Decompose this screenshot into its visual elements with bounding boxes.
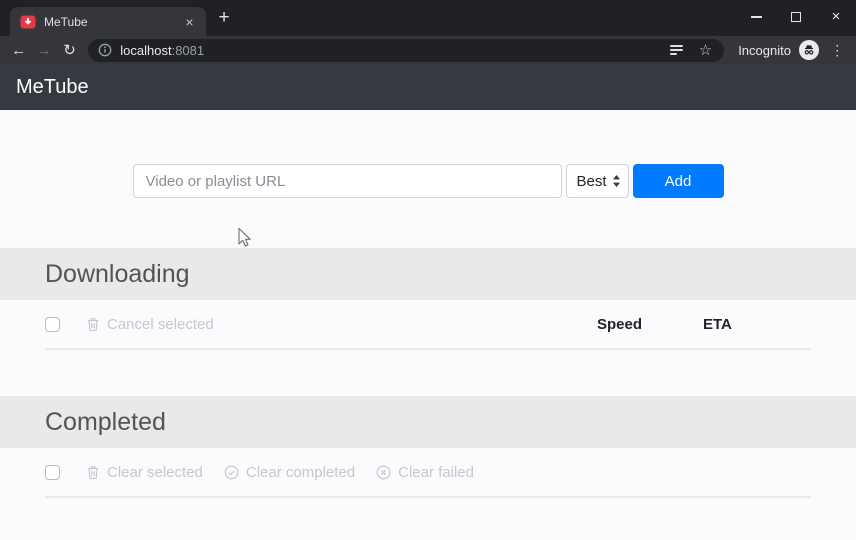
trash-icon <box>86 464 100 480</box>
app-navbar: MeTube <box>0 64 856 110</box>
reload-icon[interactable]: ↻ <box>57 37 82 63</box>
incognito-label: Incognito <box>738 42 791 58</box>
metube-favicon-icon <box>20 14 36 30</box>
cancel-selected-label: Cancel selected <box>107 315 214 333</box>
browser-toolbar: ← → ↻ localhost:8081 ☆ Incognito ⋮ <box>0 36 856 64</box>
browser-tab[interactable]: MeTube × <box>10 7 206 36</box>
address-bar[interactable]: localhost:8081 ☆ <box>88 38 725 62</box>
bookmark-star-icon[interactable]: ☆ <box>699 43 712 58</box>
info-icon[interactable] <box>98 43 112 57</box>
back-icon[interactable]: ← <box>6 37 31 63</box>
reading-list-icon[interactable] <box>669 45 683 55</box>
add-button[interactable]: Add <box>632 164 724 198</box>
url-input[interactable] <box>132 164 562 198</box>
clear-completed-button[interactable]: Clear completed <box>224 464 355 481</box>
clear-completed-label: Clear completed <box>245 463 356 481</box>
browser-menu-icon[interactable]: ⋮ <box>827 39 849 61</box>
select-all-downloading-checkbox[interactable] <box>45 316 60 332</box>
minimize-icon <box>750 15 762 18</box>
clear-selected-label: Clear selected <box>107 463 203 481</box>
maximize-icon <box>791 11 801 22</box>
minimize-button[interactable] <box>736 0 776 33</box>
window-controls: × <box>736 0 856 33</box>
browser-window: MeTube × + × ← → ↻ localhost:8081 ☆ Inc… <box>0 0 856 540</box>
x-circle-icon <box>376 465 391 480</box>
browser-titlebar: MeTube × + × <box>0 0 856 36</box>
check-circle-icon <box>224 465 239 480</box>
completed-title: Completed <box>45 407 166 436</box>
downloading-title: Downloading <box>45 259 190 288</box>
close-button[interactable]: × <box>816 0 856 33</box>
clear-failed-button[interactable]: Clear failed <box>376 464 474 481</box>
incognito-icon <box>798 40 819 60</box>
select-arrows-icon <box>612 174 621 188</box>
url-port: :8081 <box>171 42 205 58</box>
new-tab-button[interactable]: + <box>212 6 236 30</box>
add-url-form: Best Add <box>132 164 724 198</box>
quality-selected-value: Best <box>576 172 607 190</box>
tab-close-icon[interactable]: × <box>181 13 198 30</box>
quality-select[interactable]: Best <box>565 164 629 198</box>
app-title[interactable]: MeTube <box>16 76 89 99</box>
completed-actions-row: Clear selected Clear completed Clear fai… <box>0 448 856 496</box>
select-all-completed-checkbox[interactable] <box>45 464 60 480</box>
downloading-actions-row: Cancel selected Speed ETA <box>0 300 856 348</box>
url-host: localhost <box>120 42 172 58</box>
speed-column-header: Speed <box>597 315 643 333</box>
tab-title: MeTube <box>44 14 88 29</box>
cancel-selected-button[interactable]: Cancel selected <box>86 316 214 333</box>
trash-icon <box>86 316 100 332</box>
maximize-button[interactable] <box>776 0 816 33</box>
clear-selected-button[interactable]: Clear selected <box>86 464 203 481</box>
forward-icon: → <box>36 41 52 59</box>
completed-divider <box>45 496 811 498</box>
downloading-divider <box>45 348 811 350</box>
completed-section-header: Completed <box>0 396 856 448</box>
downloading-section-header: Downloading <box>0 248 856 300</box>
eta-column-header: ETA <box>703 315 732 333</box>
clear-failed-label: Clear failed <box>398 463 474 481</box>
